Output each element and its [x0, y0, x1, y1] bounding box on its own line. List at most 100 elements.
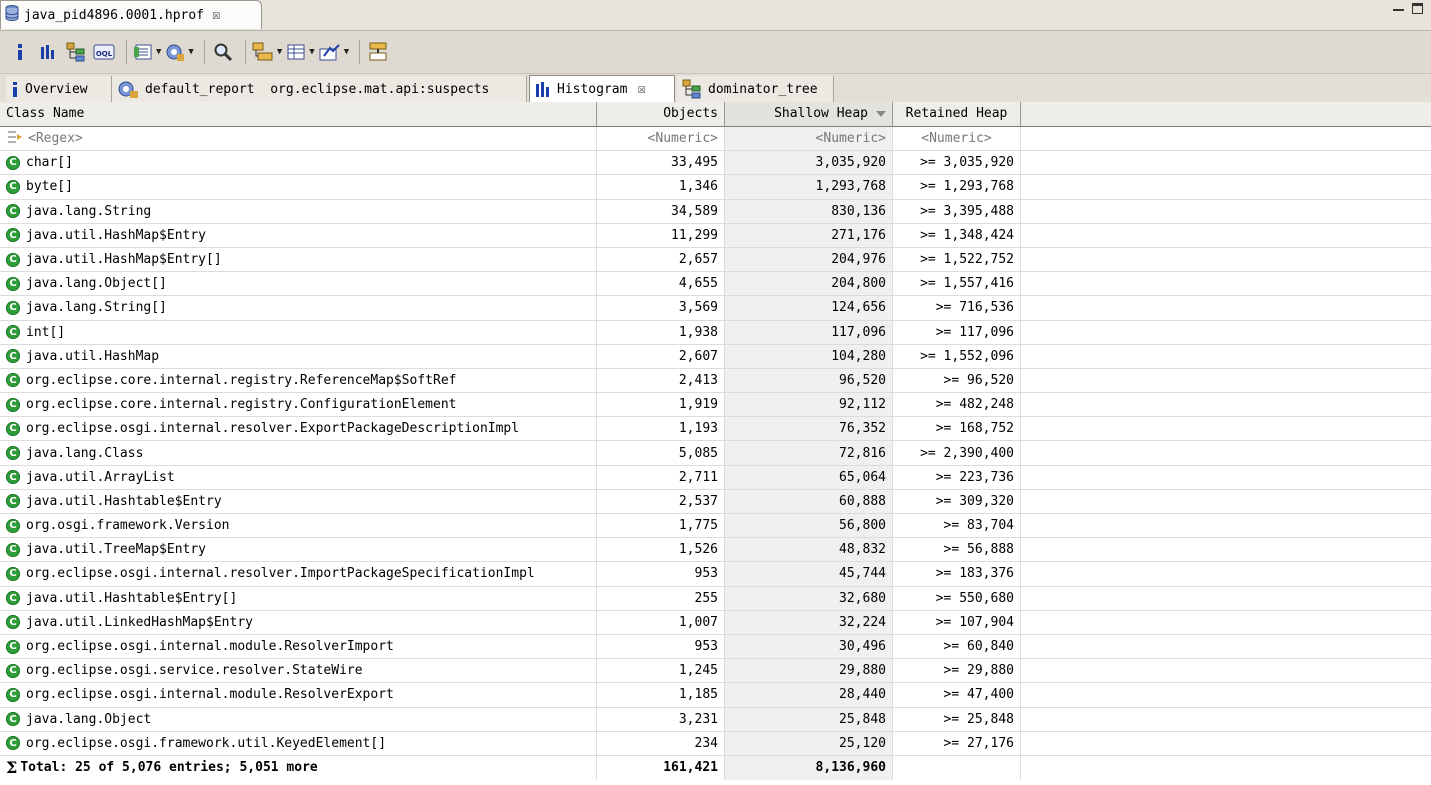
shallow-heap-cell: 28,440 — [725, 683, 893, 707]
row-filler — [1021, 514, 1431, 537]
tab-histogram[interactable]: Histogram ☒ — [529, 75, 675, 102]
retained-heap-cell: >= 25,848 — [893, 707, 1021, 731]
tab-overview[interactable]: Overview — [6, 76, 112, 102]
class-name-cell: Corg.eclipse.core.internal.registry.Conf… — [0, 393, 597, 417]
table-row[interactable]: Corg.eclipse.osgi.internal.resolver.Expo… — [0, 417, 1431, 442]
total-shallow-heap: 8,136,960 — [725, 755, 893, 781]
shallow-heap-filter[interactable]: <Numeric> — [725, 127, 893, 151]
table-row[interactable]: Cchar[] 33,495 3,035,920 >= 3,035,920 — [0, 151, 1431, 176]
info-icon[interactable] — [8, 38, 32, 66]
class-name-cell: Cjava.util.HashMap — [0, 344, 597, 368]
class-icon: C — [6, 470, 20, 485]
heap-dump-overview-icon[interactable]: ▼ — [165, 38, 194, 66]
shallow-heap-cell: 92,112 — [725, 393, 893, 417]
retained-heap-cell: >= 1,348,424 — [893, 223, 1021, 247]
table-row[interactable]: Cjava.lang.Object[] 4,655 204,800 >= 1,557,… — [0, 272, 1431, 297]
objects-cell: 1,526 — [597, 538, 725, 562]
row-filler — [1021, 683, 1431, 706]
class-name: java.util.HashMap$Entry[] — [26, 252, 222, 268]
close-icon[interactable]: ☒ — [212, 7, 220, 23]
dominator-tree-icon[interactable] — [64, 38, 88, 66]
table-row[interactable]: Corg.eclipse.core.internal.registry.Conf… — [0, 393, 1431, 418]
class-icon: C — [6, 155, 20, 170]
row-filler — [1021, 587, 1431, 610]
calculate-retained-icon[interactable]: ▼ — [286, 38, 315, 66]
column-header-retained-heap[interactable]: Retained Heap — [893, 102, 1021, 126]
class-icon: C — [6, 179, 20, 194]
table-row[interactable]: Cjava.lang.String 34,589 830,136 >= 3,395,4… — [0, 199, 1431, 224]
class-name-cell: Corg.eclipse.osgi.internal.resolver.Expo… — [0, 417, 597, 441]
table-row[interactable]: Cjava.util.HashMap$Entry[] 2,657 204,976 >=… — [0, 247, 1431, 273]
tab-dominator-tree[interactable]: dominator_tree — [677, 76, 834, 102]
table-row[interactable]: Cjava.util.HashMap$Entry 11,299 271,176 >= … — [0, 223, 1431, 248]
retained-heap-cell: >= 117,096 — [893, 320, 1021, 344]
row-filler — [1021, 562, 1431, 585]
table-row[interactable]: Corg.eclipse.osgi.internal.resolver.Impo… — [0, 562, 1431, 587]
column-header-shallow-heap[interactable]: Shallow Heap — [725, 102, 893, 126]
objects-cell: 33,495 — [597, 151, 725, 175]
toolbar: OQL ▼ ▼ ▼ ▼ ▼ — [0, 31, 1431, 74]
shallow-heap-cell: 30,496 — [725, 634, 893, 659]
retained-heap-cell: >= 550,680 — [893, 586, 1021, 610]
table-row[interactable]: Cjava.lang.String[] 3,569 124,656 >= 716,53… — [0, 296, 1431, 321]
maximize-icon[interactable] — [1412, 3, 1423, 14]
table-row[interactable]: Cjava.util.HashMap 2,607 104,280 >= 1,552,0… — [0, 344, 1431, 369]
retained-heap-cell: >= 107,904 — [893, 610, 1021, 634]
info-icon — [11, 81, 19, 97]
class-name-cell: Corg.eclipse.osgi.framework.util.KeyedEl… — [0, 731, 597, 755]
class-icon: C — [6, 204, 20, 219]
table-row[interactable]: Cjava.util.Hashtable$Entry[] 255 32,680 >= … — [0, 586, 1431, 611]
table-row[interactable]: Cjava.util.ArrayList 2,711 65,064 >= 223,73… — [0, 465, 1431, 490]
row-filler — [1021, 175, 1431, 198]
table-row[interactable]: Corg.osgi.framework.Version 1,775 56,800 >=… — [0, 514, 1431, 539]
row-filler — [1021, 393, 1431, 416]
table-row[interactable]: Cjava.util.Hashtable$Entry 2,537 60,888 >= … — [0, 489, 1431, 514]
objects-cell: 234 — [597, 731, 725, 755]
table-row[interactable]: Corg.eclipse.osgi.internal.module.Resolv… — [0, 683, 1431, 708]
class-icon: C — [6, 542, 20, 557]
table-row[interactable]: Cbyte[] 1,346 1,293,768 >= 1,293,768 — [0, 175, 1431, 200]
pin-icon[interactable] — [366, 38, 390, 66]
class-name: int[] — [26, 324, 66, 340]
minimize-icon[interactable] — [1393, 5, 1404, 11]
class-name-cell: Cjava.util.TreeMap$Entry — [0, 538, 597, 562]
row-filler — [1021, 369, 1431, 392]
shallow-heap-cell: 124,656 — [725, 296, 893, 320]
shallow-heap-cell: 45,744 — [725, 562, 893, 586]
retained-heap-cell: >= 3,035,920 — [893, 151, 1021, 175]
export-icon[interactable]: ▼ — [319, 38, 349, 66]
close-icon[interactable]: ☒ — [637, 81, 645, 97]
tab-default-report[interactable]: default_report org.eclipse.mat.api:suspe… — [112, 76, 527, 102]
table-row[interactable]: Cjava.util.TreeMap$Entry 1,526 48,832 >= 56… — [0, 538, 1431, 563]
column-header-class-name[interactable]: Class Name — [0, 102, 597, 126]
editor-tab-hprof[interactable]: java_pid4896.0001.hprof ☒ — [0, 0, 262, 29]
class-name: java.lang.Object — [26, 711, 152, 727]
query-browser-icon[interactable]: ▼ — [133, 38, 161, 66]
histogram-icon[interactable] — [36, 38, 60, 66]
table-row[interactable]: Cint[] 1,938 117,096 >= 117,096 — [0, 320, 1431, 345]
objects-cell: 3,569 — [597, 296, 725, 320]
objects-filter[interactable]: <Numeric> — [597, 127, 725, 151]
objects-cell: 1,245 — [597, 659, 725, 683]
class-name-filter[interactable]: <Regex> — [0, 127, 597, 151]
table-row[interactable]: Corg.eclipse.core.internal.registry.Refe… — [0, 368, 1431, 394]
group-by-icon[interactable]: ▼ — [252, 38, 282, 66]
table-row[interactable]: Corg.eclipse.osgi.internal.module.Resolv… — [0, 634, 1431, 660]
search-icon[interactable] — [211, 38, 235, 66]
class-name-cell: Cint[] — [0, 320, 597, 344]
toolbar-separator — [244, 40, 246, 64]
table-row[interactable]: Cjava.lang.Class 5,085 72,816 >= 2,390,400 — [0, 441, 1431, 466]
table-row[interactable]: Cjava.lang.Object 3,231 25,848 >= 25,848 — [0, 707, 1431, 732]
table-row[interactable]: Corg.eclipse.osgi.service.resolver.State… — [0, 659, 1431, 684]
editor-tab-strip: java_pid4896.0001.hprof ☒ — [0, 0, 1431, 31]
class-icon: C — [6, 325, 20, 340]
table-row[interactable]: Cjava.util.LinkedHashMap$Entry 1,007 32,22… — [0, 610, 1431, 635]
retained-heap-filter[interactable]: <Numeric> — [893, 127, 1021, 151]
shallow-heap-cell: 48,832 — [725, 538, 893, 562]
column-header-objects[interactable]: Objects — [597, 102, 725, 126]
class-icon: C — [6, 421, 20, 436]
oql-icon[interactable]: OQL — [92, 38, 116, 66]
tab-label: default_report org.eclipse.mat.api:suspe… — [145, 81, 490, 97]
class-name-cell: Cjava.util.Hashtable$Entry — [0, 489, 597, 513]
table-row[interactable]: Corg.eclipse.osgi.framework.util.KeyedEl… — [0, 731, 1431, 756]
